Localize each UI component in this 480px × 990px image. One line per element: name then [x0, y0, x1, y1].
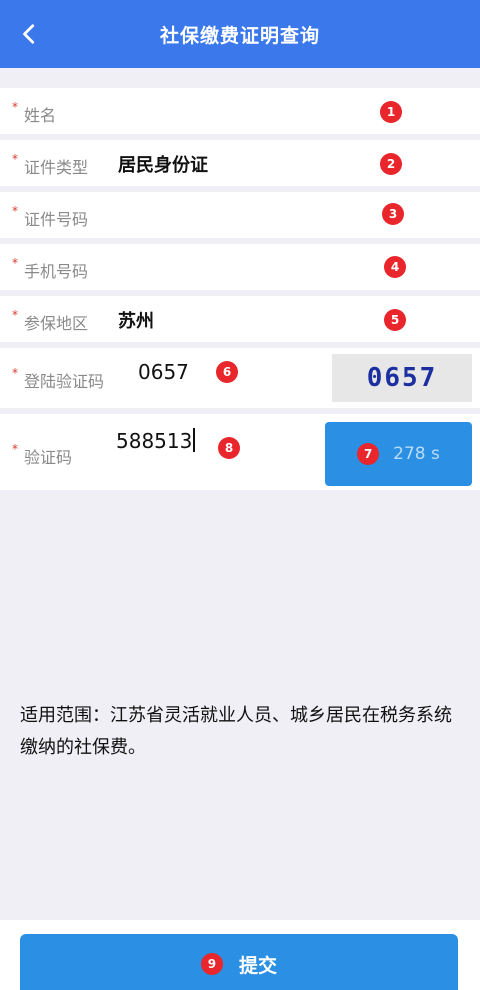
- phone-label: * 手机号码: [12, 256, 89, 281]
- login-code-label: * 登陆验证码: [12, 366, 105, 391]
- back-button[interactable]: [14, 18, 46, 50]
- step-badge-2: 2: [380, 153, 402, 175]
- step-badge-8: 8: [218, 437, 240, 459]
- step-badge-3: 3: [382, 203, 404, 225]
- step-badge-4: 4: [384, 256, 406, 278]
- text-cursor: [193, 428, 196, 452]
- step-badge-9: 9: [200, 953, 223, 975]
- submit-label: 提交: [238, 954, 277, 977]
- scope-notice: 适用范围：江苏省灵活就业人员、城乡居民在税务系统缴纳的社保费。: [20, 705, 452, 758]
- login-code-input[interactable]: 0657: [138, 360, 189, 384]
- countdown-label: 278 s: [393, 444, 440, 464]
- name-row[interactable]: * 姓名 1: [0, 88, 480, 134]
- verify-code-label: * 验证码: [12, 442, 73, 467]
- verify-code-input[interactable]: 588513: [116, 428, 196, 453]
- submit-button[interactable]: 9 提交: [20, 934, 458, 990]
- phone-row[interactable]: * 手机号码 4: [0, 244, 480, 290]
- verify-code-text: 588513: [116, 429, 193, 453]
- step-badge-5: 5: [384, 309, 406, 331]
- required-mark: *: [12, 256, 18, 270]
- page-title: 社保缴费证明查询: [159, 24, 320, 47]
- id-number-row[interactable]: * 证件号码 3: [0, 192, 480, 238]
- id-type-label: * 证件类型: [12, 152, 89, 177]
- region-select[interactable]: 苏州: [118, 307, 154, 333]
- id-number-label: * 证件号码: [12, 204, 89, 229]
- required-mark: *: [12, 442, 18, 456]
- app-header: 社保缴费证明查询: [0, 0, 480, 68]
- required-mark: *: [12, 308, 18, 322]
- id-type-select[interactable]: 居民身份证: [118, 151, 208, 177]
- region-label: * 参保地区: [12, 308, 89, 333]
- captcha-image[interactable]: 0657: [332, 354, 472, 402]
- required-mark: *: [12, 204, 18, 218]
- step-badge-1: 1: [380, 101, 402, 123]
- step-badge-6: 6: [216, 361, 238, 383]
- step-badge-7: 7: [357, 443, 380, 465]
- name-label: * 姓名: [12, 100, 57, 125]
- required-mark: *: [12, 152, 18, 166]
- sms-countdown-button[interactable]: 7 278 s: [325, 422, 472, 486]
- region-row[interactable]: * 参保地区 苏州 5: [0, 296, 480, 342]
- id-type-row[interactable]: * 证件类型 居民身份证 2: [0, 140, 480, 186]
- required-mark: *: [12, 366, 18, 380]
- required-mark: *: [12, 100, 18, 114]
- chevron-left-icon: [23, 24, 35, 44]
